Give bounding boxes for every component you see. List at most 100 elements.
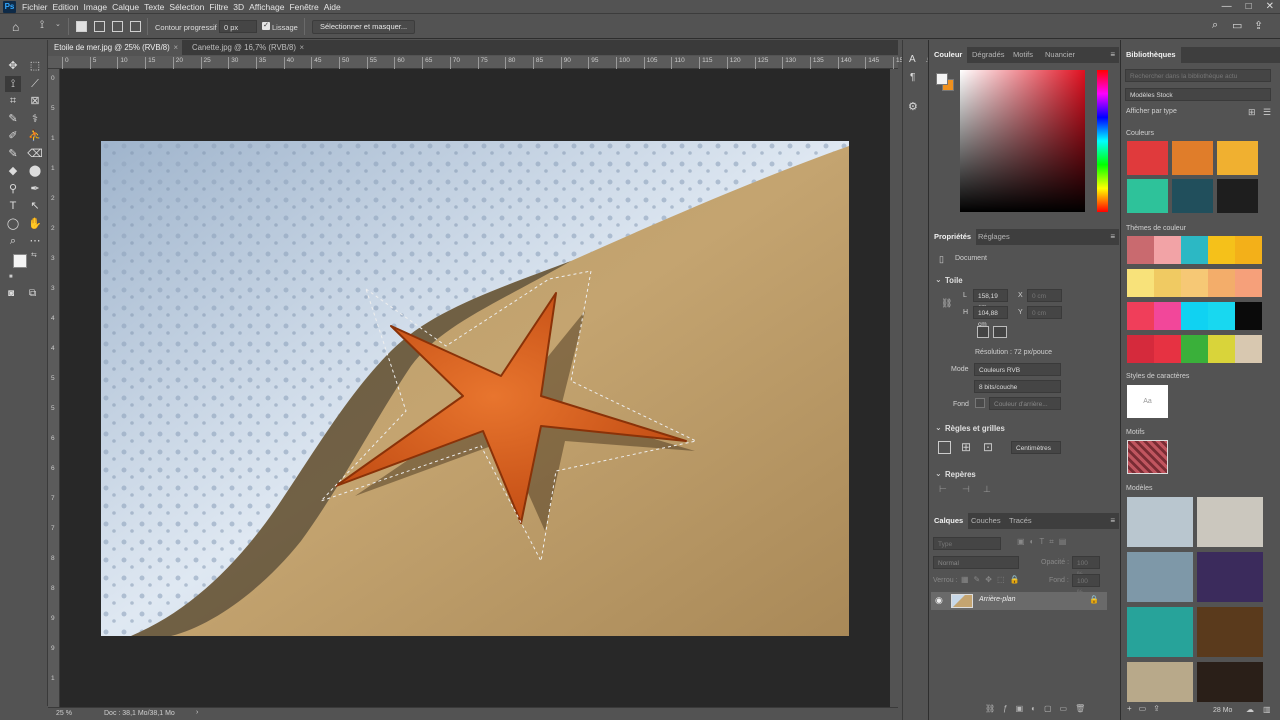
portrait-orientation-icon[interactable] (977, 326, 989, 338)
glyphs-panel-icon[interactable]: ⚙ (908, 100, 918, 113)
guides-toggle-icon[interactable]: ⊡ (983, 440, 993, 454)
stamp-tool-icon[interactable]: ⛹ (27, 128, 43, 144)
color-theme[interactable] (1127, 269, 1262, 297)
tab-layers[interactable]: Calques (929, 513, 969, 529)
frame-tool-icon[interactable]: ⊠ (27, 93, 43, 109)
intersect-selection-icon[interactable] (130, 21, 141, 32)
shape-tool-icon[interactable]: ◯ (5, 216, 21, 232)
swap-colors-icon[interactable]: ⇆ (31, 251, 37, 259)
tab-color[interactable]: Couleur (929, 47, 968, 63)
bits-select[interactable]: 8 bits/couche (974, 380, 1061, 393)
add-selection-icon[interactable] (94, 21, 105, 32)
brush-tool-icon[interactable]: ✐ (5, 128, 21, 144)
x-input[interactable]: 0 cm (1027, 289, 1062, 302)
tab-swatches[interactable]: Nuancier (1040, 47, 1080, 63)
default-colors-icon[interactable]: ■ (9, 274, 13, 280)
share-icon[interactable]: ⇪ (1254, 19, 1263, 32)
bg-color-swatch[interactable] (975, 398, 985, 408)
menu-item[interactable]: Image (84, 0, 113, 14)
quick-select-tool-icon[interactable]: ⟋ (27, 76, 43, 92)
link-icon[interactable]: ⛓ (941, 298, 952, 309)
menu-item[interactable]: Calque (112, 0, 144, 14)
hue-slider[interactable] (1097, 70, 1108, 212)
grid-toggle-icon[interactable]: ⊞ (961, 440, 971, 454)
library-color-swatch[interactable] (1217, 179, 1258, 213)
library-actions[interactable]: +▭⇪ (1127, 704, 1167, 713)
marquee-tool-icon[interactable]: ⬚ (27, 58, 43, 74)
library-select[interactable]: Modèles Stock (1125, 88, 1271, 101)
menu-item[interactable]: 3D (233, 0, 249, 14)
dodge-tool-icon[interactable]: ⚲ (5, 181, 21, 197)
photoshop-logo-icon[interactable]: Ps (3, 1, 16, 13)
eraser-tool-icon[interactable]: ⌫ (27, 146, 43, 162)
guides-chevron-icon[interactable]: ⌄ (935, 469, 942, 478)
layer-filter-select[interactable]: Type (933, 537, 1001, 550)
layer-lock-icon[interactable]: 🔒 (1089, 595, 1099, 604)
blend-mode-select[interactable]: Normal (933, 556, 1019, 569)
mode-select[interactable]: Couleurs RVB (974, 363, 1061, 376)
list-view-icon[interactable]: ☰ (1263, 107, 1271, 118)
layer-name[interactable]: Arrière-plan (979, 596, 1016, 603)
tab-etoile[interactable]: Etoile de mer.jpg @ 25% (RVB/8) × (48, 40, 182, 55)
quick-mask-icon[interactable]: ◙ (8, 288, 14, 299)
tab-properties[interactable]: Propriétés (929, 229, 977, 245)
width-input[interactable]: 158,19 cm (973, 289, 1008, 311)
rulers-toggle-icon[interactable] (938, 441, 951, 454)
blur-tool-icon[interactable]: ⬤ (27, 163, 43, 179)
lock-icons[interactable]: ▦✎✥⬚🔒 (961, 575, 1024, 584)
library-search-input[interactable]: Rechercher dans la bibliothèque actu (1125, 69, 1271, 82)
library-color-swatch[interactable] (1127, 179, 1168, 213)
menu-item[interactable]: Aide (324, 0, 346, 14)
library-color-swatch[interactable] (1172, 141, 1213, 175)
starfish-photo[interactable] (101, 141, 849, 636)
template-thumb[interactable] (1127, 497, 1193, 547)
guide-left-icon[interactable]: ⊢ (939, 484, 947, 495)
grid-view-icon[interactable]: ⊞ (1248, 107, 1256, 118)
type-tool-icon[interactable]: T (5, 198, 21, 214)
home-icon[interactable]: ⌂ (12, 20, 19, 34)
menu-item[interactable]: Edition (53, 0, 84, 14)
template-thumb[interactable] (1127, 607, 1193, 657)
lasso-tool-icon[interactable]: ⟟ (5, 75, 21, 92)
layer-row[interactable]: ◉ Arrière-plan 🔒 (931, 592, 1107, 610)
healing-tool-icon[interactable]: ⚕ (27, 111, 43, 127)
layer-actions[interactable]: ⛓ƒ▣◐▢▭🗑 (985, 704, 1093, 713)
tab-paths[interactable]: Tracés (1004, 513, 1037, 529)
feather-input[interactable]: 0 px (219, 20, 257, 33)
menu-item[interactable]: Filtre (209, 0, 233, 14)
minimize-icon[interactable]: — (1222, 0, 1232, 14)
rulers-chevron-icon[interactable]: ⌄ (935, 423, 942, 432)
select-and-mask-button[interactable]: Sélectionner et masquer... (312, 20, 416, 34)
close-tab-icon[interactable]: × (299, 40, 304, 55)
view-by-dropdown[interactable]: Afficher par type (1126, 108, 1177, 115)
tab-gradients[interactable]: Dégradés (967, 47, 1010, 63)
search-icon[interactable]: ⌕ (1212, 19, 1218, 32)
lasso-tool-icon[interactable]: ⟟ (40, 19, 44, 32)
template-thumb[interactable] (1197, 662, 1263, 702)
menu-item[interactable]: Fenêtre (289, 0, 323, 14)
maximize-icon[interactable]: □ (1246, 0, 1252, 14)
status-arrow-icon[interactable]: › (196, 709, 198, 716)
opacity-input[interactable]: 100 % (1072, 556, 1100, 578)
library-menu-icon[interactable]: ▥ (1263, 705, 1271, 714)
template-thumb[interactable] (1127, 552, 1193, 602)
close-tab-icon[interactable]: × (173, 40, 178, 55)
char-style-item[interactable]: Aa (1127, 385, 1168, 418)
more-tools-icon[interactable]: ⋯ (27, 233, 43, 249)
template-thumb[interactable] (1127, 662, 1193, 702)
panel-menu-icon[interactable]: ≡ (1110, 232, 1115, 241)
color-theme[interactable] (1127, 236, 1262, 264)
visibility-eye-icon[interactable]: ◉ (935, 595, 943, 606)
tab-patterns[interactable]: Motifs (1008, 47, 1038, 63)
menu-item[interactable]: Sélection (169, 0, 209, 14)
bg-select[interactable]: Couleur d'arrière... (989, 397, 1061, 410)
height-input[interactable]: 104,88 cm (973, 306, 1008, 328)
panel-menu-icon[interactable]: ≡ (1110, 50, 1115, 59)
menu-item[interactable]: Texte (144, 0, 169, 14)
horizontal-ruler[interactable]: 0 5 10 15 20 25 30 35 40 45 50 55 60 65 70 75 80 85 90 95 10… (48, 56, 935, 69)
guide-center-icon[interactable]: ⊣ (962, 484, 970, 495)
vertical-ruler[interactable]: 0 5 1 1 2 2 3 3 4 4 5 5 6 6 7 7 8 8 9 9 1 (48, 69, 60, 707)
hand-tool-icon[interactable]: ✋ (27, 216, 43, 232)
library-color-swatch[interactable] (1172, 179, 1213, 213)
eyedropper-tool-icon[interactable]: ✎ (5, 111, 21, 127)
